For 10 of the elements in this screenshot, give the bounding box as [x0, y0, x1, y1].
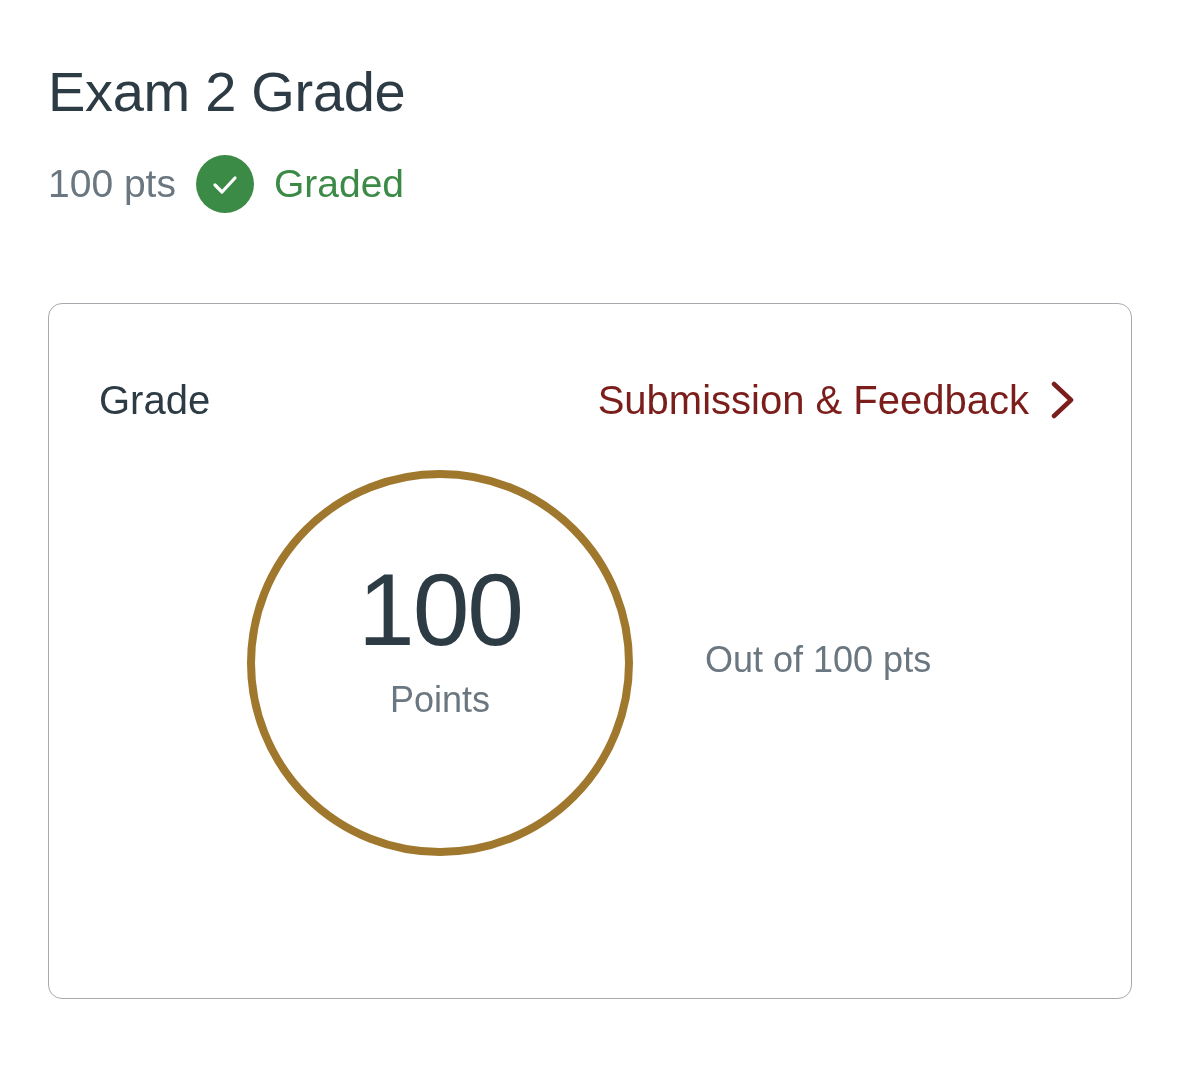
chevron-right-icon: [1051, 381, 1075, 420]
card-heading: Grade: [99, 377, 211, 425]
page-title: Exam 2 Grade: [48, 59, 407, 125]
score-value: 100: [357, 554, 523, 667]
submission-feedback-link[interactable]: Submission & Feedback: [597, 376, 1075, 425]
score-unit: Points: [389, 678, 491, 722]
points-possible: 100 pts: [48, 160, 176, 207]
check-circle-icon: [195, 155, 254, 214]
out-of-points-text: Out of 100 pts: [705, 637, 932, 681]
status-label: Graded: [273, 160, 405, 207]
